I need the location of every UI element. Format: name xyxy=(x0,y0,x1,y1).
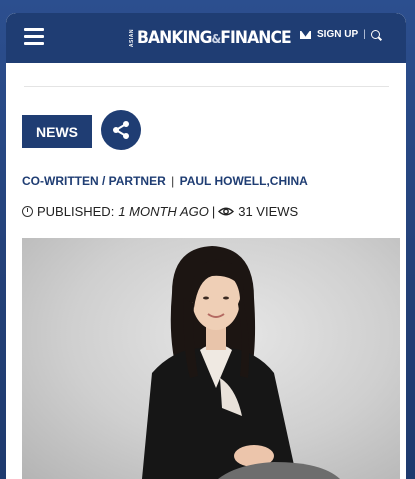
article-meta: PUBLISHED: 1 MONTH AGO | 31 VIEWS xyxy=(22,204,298,219)
article-card: ASIAN BANKING&FINANCE SIGN UP | NEWS CO-… xyxy=(6,13,406,479)
share-button[interactable] xyxy=(101,110,141,150)
hamburger-menu-icon[interactable] xyxy=(24,28,44,45)
signup-area: SIGN UP | xyxy=(300,29,380,40)
portrait-illustration xyxy=(142,246,340,479)
published-value: 1 MONTH AGO xyxy=(118,204,209,219)
byline-author[interactable]: PAUL HOWELL,CHINA xyxy=(180,174,308,188)
search-icon[interactable] xyxy=(370,30,380,39)
mail-icon[interactable] xyxy=(300,30,311,39)
meta-separator: | xyxy=(211,204,216,219)
logo-small-text: ASIAN xyxy=(129,28,135,48)
published-label: PUBLISHED: xyxy=(37,204,115,219)
views-count: 31 VIEWS xyxy=(238,204,299,219)
clock-icon xyxy=(22,206,33,217)
byline: CO-WRITTEN / PARTNER | PAUL HOWELL,CHINA xyxy=(22,174,308,188)
logo-main-text: BANKING&FINANCE xyxy=(137,28,292,48)
signup-link[interactable]: SIGN UP xyxy=(317,29,358,40)
article-photo[interactable] xyxy=(22,238,400,479)
category-badge[interactable]: NEWS xyxy=(22,115,92,148)
site-logo[interactable]: ASIAN BANKING&FINANCE xyxy=(129,25,304,51)
divider xyxy=(24,86,389,87)
byline-type[interactable]: CO-WRITTEN / PARTNER xyxy=(22,174,166,188)
share-icon xyxy=(113,121,129,139)
eye-icon xyxy=(218,207,235,216)
byline-separator: | xyxy=(171,174,175,188)
site-header: ASIAN BANKING&FINANCE SIGN UP | xyxy=(6,13,406,63)
header-separator: | xyxy=(363,29,366,40)
